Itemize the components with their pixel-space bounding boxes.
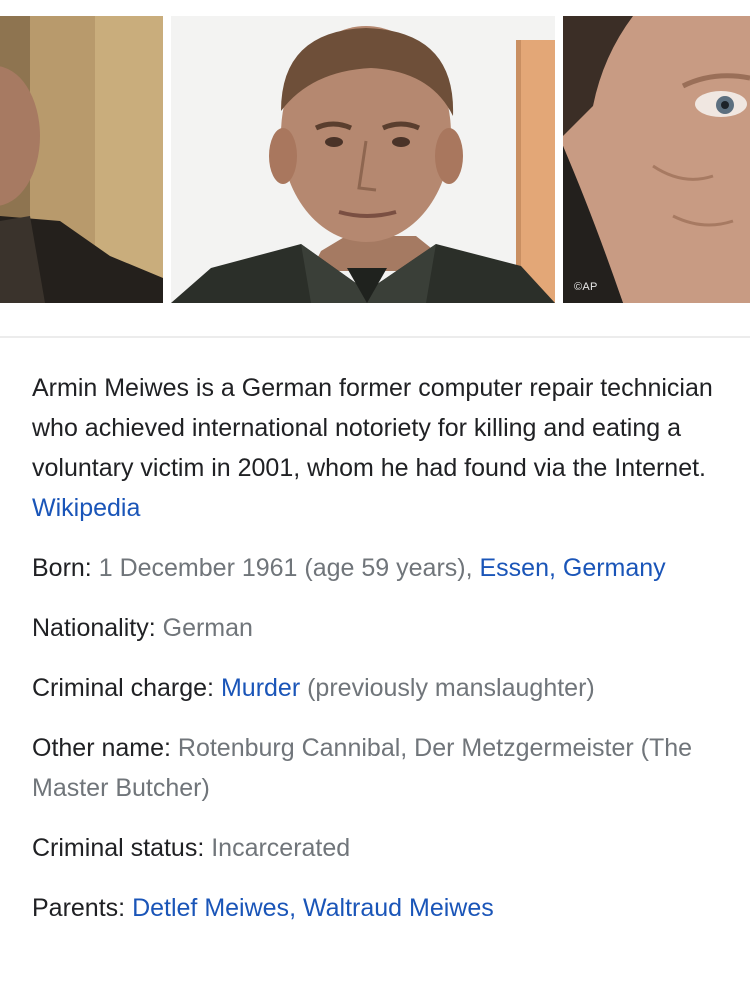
portrait-image-3 <box>563 16 750 303</box>
photo-thumbnail-1[interactable] <box>0 16 163 303</box>
parent-link-detlef[interactable]: Detlef Meiwes <box>132 894 289 922</box>
photo-thumbnail-3[interactable] <box>563 16 750 303</box>
parents-separator: , <box>289 894 297 922</box>
wikipedia-link[interactable]: Wikipedia <box>32 494 140 522</box>
fact-nationality: Nationality: German <box>32 608 732 648</box>
fact-label-other-name: Other name: <box>32 734 171 762</box>
parent-link-waltraud[interactable]: Waltraud Meiwes <box>303 894 494 922</box>
description-text: Armin Meiwes is a German former computer… <box>32 374 713 482</box>
entity-description: Armin Meiwes is a German former computer… <box>32 368 732 528</box>
fact-label-criminal-charge: Criminal charge: <box>32 674 215 702</box>
knowledge-panel: Armin Meiwes is a German former computer… <box>32 368 732 948</box>
fact-criminal-charge: Criminal charge: Murder (previously mans… <box>32 668 732 708</box>
photo-thumbnail-2[interactable] <box>171 16 555 303</box>
portrait-image-2 <box>171 16 555 303</box>
fact-value-nationality: German <box>162 614 253 642</box>
fact-label-parents: Parents: <box>32 894 126 922</box>
murder-link[interactable]: Murder <box>221 674 300 702</box>
fact-value-charge-note: (previously manslaughter) <box>307 674 595 702</box>
fact-other-name: Other name: Rotenburg Cannibal, Der Metz… <box>32 728 732 808</box>
photo-credit-watermark: ©AP <box>574 281 598 293</box>
fact-value-born-date: 1 December 1961 (age 59 years), <box>98 554 473 582</box>
fact-value-criminal-status: Incarcerated <box>211 834 351 862</box>
image-carousel[interactable]: ©AP <box>0 0 750 336</box>
divider <box>0 336 750 338</box>
fact-parents: Parents: Detlef Meiwes, Waltraud Meiwes <box>32 888 732 928</box>
birthplace-link[interactable]: Essen, Germany <box>480 554 666 582</box>
fact-born: Born: 1 December 1961 (age 59 years), Es… <box>32 548 732 588</box>
fact-label-nationality: Nationality: <box>32 614 156 642</box>
fact-label-born: Born: <box>32 554 92 582</box>
portrait-image-1 <box>0 16 163 303</box>
fact-label-criminal-status: Criminal status: <box>32 834 205 862</box>
fact-criminal-status: Criminal status: Incarcerated <box>32 828 732 868</box>
